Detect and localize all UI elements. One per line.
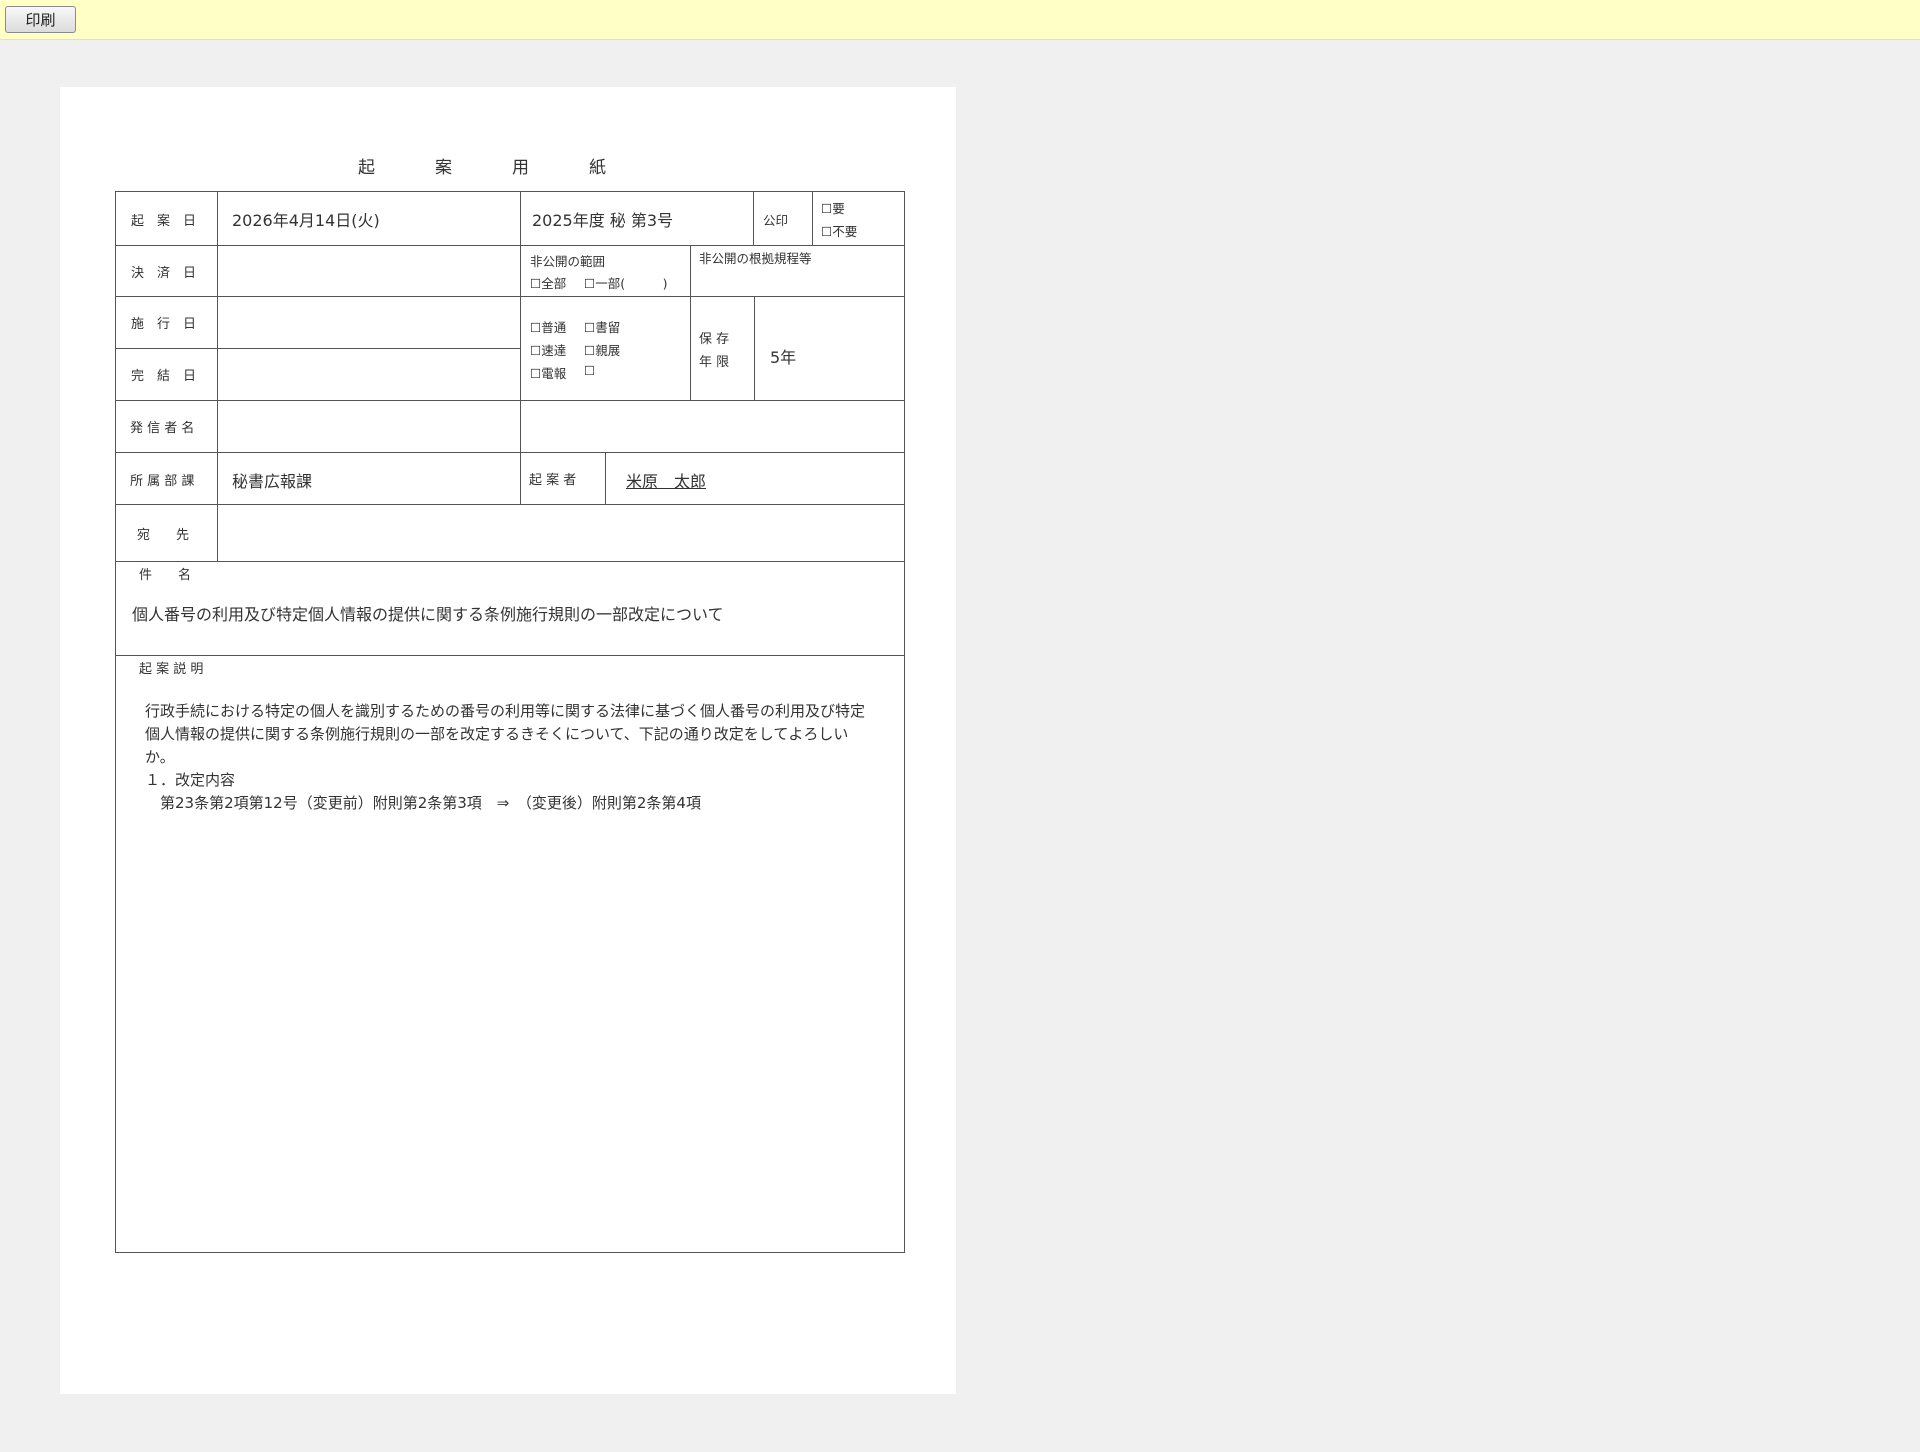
drafter-value[interactable]: 米原 太郎: [626, 468, 706, 492]
row-divider: [116, 348, 520, 349]
mail-normal-checkbox[interactable]: ☐普通: [530, 317, 566, 336]
print-button[interactable]: 印刷: [5, 6, 76, 33]
col-divider: [520, 192, 521, 504]
department-label: 所 属 部 課: [130, 474, 195, 489]
mail-registered-checkbox[interactable]: ☐書留: [584, 317, 620, 336]
subject-value: 個人番号の利用及び特定個人情報の提供に関する条例施行規則の一部改定について: [132, 605, 724, 624]
retention-label: 保 存: [699, 332, 730, 347]
row-divider: [116, 245, 904, 246]
document-title: 起案用紙: [358, 158, 666, 178]
subject-label: 件 名: [139, 568, 192, 583]
seal-required-checkbox[interactable]: ☐要: [821, 198, 845, 217]
explanation-line: 第23条第2項第12号（変更前）附則第2条第3項 ⇒ （変更後）附則第2条第4項: [145, 794, 701, 812]
completion-date-label: 完 結 日: [131, 369, 197, 384]
col-divider: [753, 192, 754, 245]
enforcement-date-label: 施 行 日: [131, 317, 197, 332]
col-divider: [217, 192, 218, 561]
mail-other-checkbox[interactable]: ☐: [584, 363, 595, 378]
col-divider: [812, 192, 813, 245]
explanation-label: 起 案 説 明: [139, 662, 204, 677]
row-divider: [116, 452, 904, 453]
nondisclosure-basis-label: 非公開の根拠規程等: [699, 251, 812, 266]
col-divider: [605, 452, 606, 504]
draft-date-label: 起 案 日: [131, 214, 197, 229]
scope-partial-checkbox[interactable]: ☐一部( ): [584, 273, 667, 292]
drafter-label: 起 案 者: [529, 473, 577, 488]
mail-express-checkbox[interactable]: ☐速達: [530, 340, 566, 359]
addressee-label: 宛 先: [137, 528, 190, 543]
seal-not-required-checkbox[interactable]: ☐不要: [821, 221, 857, 240]
seal-label: 公印: [763, 213, 789, 228]
row-divider: [116, 400, 904, 401]
toolbar: 印刷: [0, 0, 1920, 40]
decision-date-label: 決 済 日: [131, 266, 197, 281]
explanation-line: １．改定内容: [145, 771, 236, 789]
row-divider: [116, 561, 904, 562]
row-divider: [116, 504, 904, 505]
sender-name-label: 発 信 者 名: [130, 421, 195, 436]
explanation-text: 行政手続における特定の個人を識別するための番号の利用等に関する法律に基づく個人番…: [145, 700, 885, 815]
retention-label: 年 限: [699, 355, 730, 370]
nondisclosure-scope-label: 非公開の範囲: [530, 254, 606, 269]
col-divider: [690, 245, 691, 400]
explanation-line: か。: [145, 748, 175, 766]
document-number-value: 2025年度 秘 第3号: [532, 211, 674, 230]
row-divider: [116, 655, 904, 656]
department-value: 秘書広報課: [232, 472, 313, 491]
row-divider: [116, 296, 904, 297]
mail-personal-checkbox[interactable]: ☐親展: [584, 340, 620, 359]
explanation-line: 個人情報の提供に関する条例施行規則の一部を改定するきそくについて、下記の通り改定…: [145, 725, 849, 743]
explanation-line: 行政手続における特定の個人を識別するための番号の利用等に関する法律に基づく個人番…: [145, 702, 866, 720]
col-divider: [754, 296, 755, 400]
scope-all-checkbox[interactable]: ☐全部: [530, 273, 566, 292]
retention-period-value: 5年: [770, 348, 797, 367]
draft-date-value: 2026年4月14日(火): [232, 211, 380, 230]
mail-telegram-checkbox[interactable]: ☐電報: [530, 363, 566, 382]
